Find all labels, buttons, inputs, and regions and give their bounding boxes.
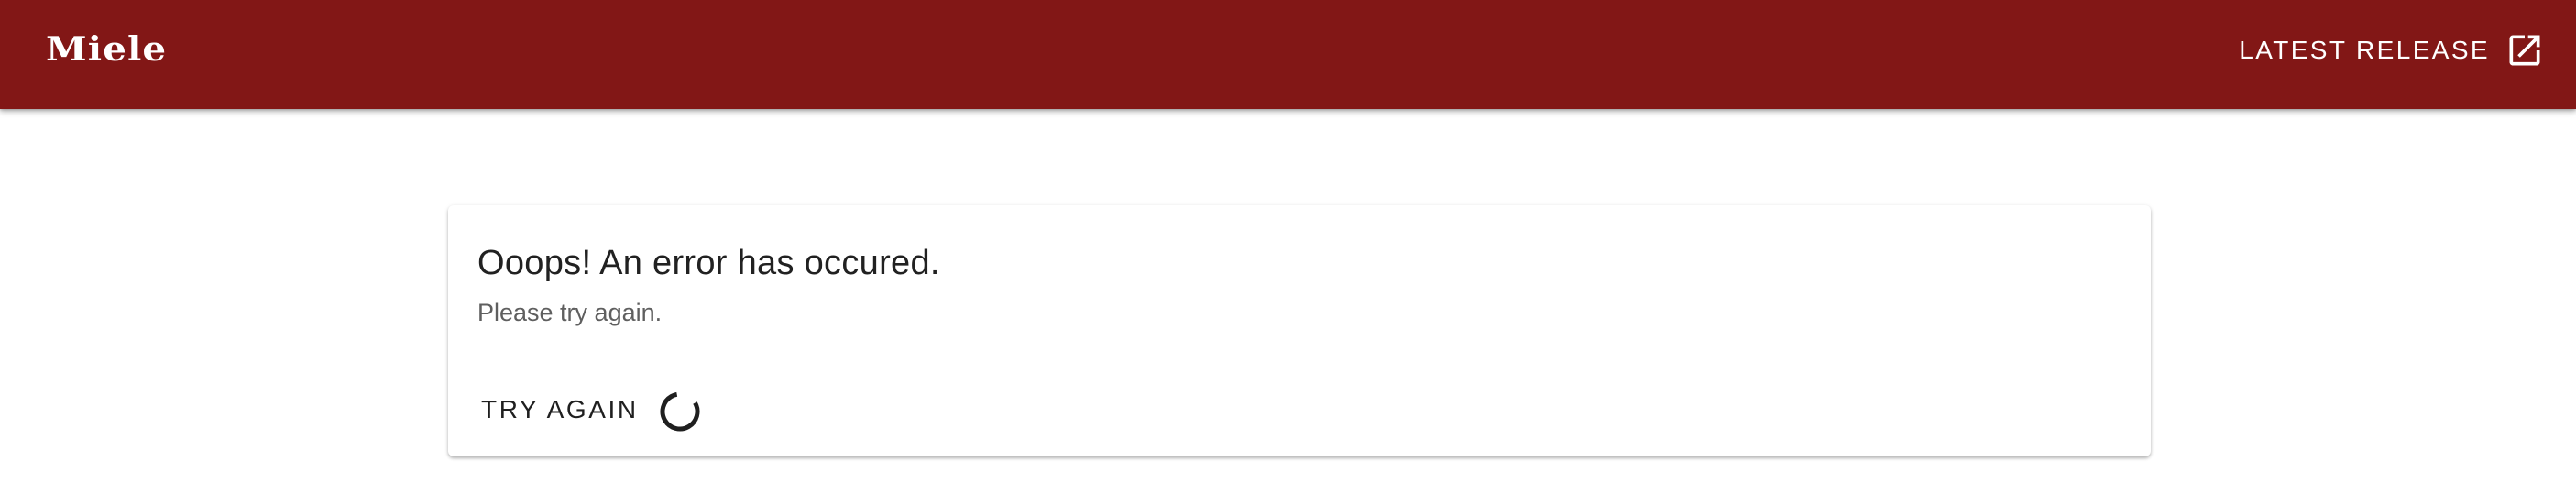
app-bar: Miele LATEST RELEASE	[0, 0, 2576, 109]
error-title: Ooops! An error has occured.	[477, 244, 940, 282]
try-again-button[interactable]: TRY AGAIN	[468, 382, 652, 437]
latest-release-label: LATEST RELEASE	[2239, 36, 2490, 64]
miele-logo[interactable]: Miele	[46, 27, 167, 71]
error-subtitle: Please try again.	[477, 299, 663, 326]
open-in-new-icon	[2509, 35, 2540, 66]
loading-spinner-icon	[660, 391, 700, 432]
latest-release-link[interactable]: LATEST RELEASE	[2239, 27, 2545, 73]
error-card: Ooops! An error has occured. Please try …	[448, 205, 2151, 456]
